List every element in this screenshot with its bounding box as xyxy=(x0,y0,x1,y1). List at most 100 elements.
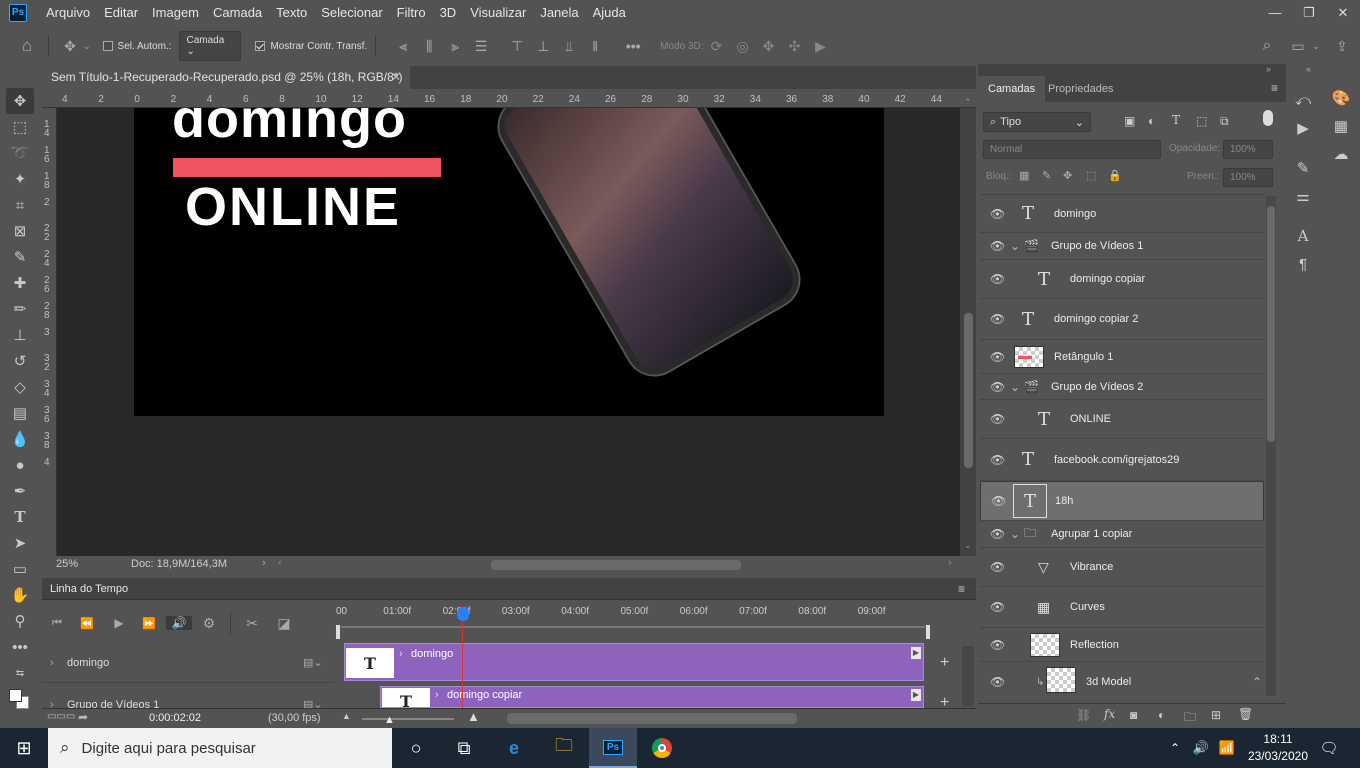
orbit-3d-icon[interactable]: ⟳ xyxy=(704,38,730,55)
menu-ajuda[interactable]: Ajuda xyxy=(586,5,633,20)
swap-colors-icon[interactable]: ⇆ xyxy=(6,660,34,686)
frame-tool-icon[interactable]: ⊠ xyxy=(6,218,34,244)
gradient-tool-icon[interactable]: ▤ xyxy=(6,400,34,426)
visibility-eye-icon[interactable]: 👁 xyxy=(990,527,1005,541)
chevron-down-icon[interactable]: ⌄ xyxy=(1010,239,1020,253)
pen-tool-icon[interactable]: ✒ xyxy=(6,478,34,504)
chevron-up-icon[interactable]: ⌃ xyxy=(1162,728,1188,768)
zoom-level[interactable]: 25% xyxy=(56,558,78,570)
edge-browser-icon[interactable]: e xyxy=(490,728,538,768)
chevron-down-icon[interactable]: ⌄ xyxy=(83,41,91,52)
swatches-panel-icon[interactable]: ▦ xyxy=(1326,112,1356,140)
timeline-ruler[interactable]: 0001:00f02:00f03:00f04:00f05:00f06:00f07… xyxy=(334,602,934,622)
settings-gear-icon[interactable]: ⚙ xyxy=(196,615,222,632)
zoom-out-icon[interactable]: ▲ xyxy=(342,711,351,721)
stamp-tool-icon[interactable]: ⊥ xyxy=(6,322,34,348)
actions-panel-icon[interactable]: ▶ xyxy=(1288,114,1318,142)
playhead-handle[interactable] xyxy=(457,607,469,621)
taskbar-search-box[interactable]: ⌕ Digite aqui para pesquisar xyxy=(48,728,392,768)
chevron-right-icon[interactable]: › xyxy=(435,689,439,701)
zoom-tool-icon[interactable]: ⚲ xyxy=(6,608,34,634)
layer-row-domingo-copiar-2[interactable]: 👁 T domingo copiar 2 xyxy=(980,299,1264,340)
file-explorer-icon[interactable]: 🗀 xyxy=(540,728,588,768)
cortana-icon[interactable]: ○ xyxy=(392,728,440,768)
network-icon[interactable]: 📶 xyxy=(1214,728,1240,768)
menu-visualizar[interactable]: Visualizar xyxy=(463,5,533,20)
magic-wand-tool-icon[interactable]: ✦ xyxy=(6,166,34,192)
layer-row-facebook[interactable]: 👁 T facebook.com/igrejatos29 xyxy=(980,439,1264,481)
visibility-eye-icon[interactable]: 👁 xyxy=(990,239,1005,253)
foreground-color-swatch[interactable] xyxy=(9,689,22,702)
prev-frame-icon[interactable]: ⏪ xyxy=(74,617,100,630)
chevron-right-icon[interactable]: › xyxy=(262,557,266,569)
distribute-icon[interactable]: ☰ xyxy=(468,38,494,55)
eraser-tool-icon[interactable]: ◇ xyxy=(6,374,34,400)
add-mask-icon[interactable]: ◙ xyxy=(1130,708,1137,722)
auto-select-checkbox[interactable] xyxy=(102,41,113,51)
fill-input[interactable]: 100% xyxy=(1223,168,1273,187)
show-transform-checkbox[interactable] xyxy=(255,41,266,51)
move-tool-icon[interactable]: ✥ xyxy=(6,88,34,114)
rectangle-tool-icon[interactable]: ▭ xyxy=(6,556,34,582)
layer-row-domingo-copiar[interactable]: 👁 T domingo copiar xyxy=(980,260,1264,299)
render-video-icon[interactable]: ➦ xyxy=(78,710,88,724)
visibility-eye-icon[interactable]: 👁 xyxy=(990,453,1005,467)
lock-transparent-icon[interactable]: ▦ xyxy=(1019,169,1029,182)
blend-mode-dropdown[interactable]: Normal xyxy=(983,140,1161,159)
track-options-icon[interactable]: ▤⌄ xyxy=(303,656,323,669)
expand-arrow-icon[interactable]: › xyxy=(50,657,54,669)
crop-tool-icon[interactable]: ⌗ xyxy=(6,192,34,218)
pan-3d-icon[interactable]: ✥ xyxy=(756,38,782,55)
photoshop-taskbar-icon[interactable]: Ps xyxy=(589,728,637,768)
chevron-up-icon[interactable]: ⌃ xyxy=(1252,675,1262,689)
task-view-icon[interactable]: ⧉ xyxy=(440,728,488,768)
restore-icon[interactable]: ❐ xyxy=(1292,0,1326,25)
minimize-icon[interactable]: — xyxy=(1258,0,1292,25)
audio-icon[interactable]: 🔊 xyxy=(166,616,192,630)
layer-filter-dropdown[interactable]: ⌕ Tipo ⌄ xyxy=(983,112,1091,132)
more-options-icon[interactable]: ••• xyxy=(620,38,646,54)
split-scissors-icon[interactable]: ✂ xyxy=(239,615,265,632)
visibility-eye-icon[interactable]: 👁 xyxy=(990,350,1005,364)
dodge-tool-icon[interactable]: ● xyxy=(6,452,34,478)
blur-tool-icon[interactable]: 💧 xyxy=(6,426,34,452)
menu-arquivo[interactable]: Arquivo xyxy=(39,5,97,20)
home-icon[interactable]: ⌂ xyxy=(14,36,40,56)
scroll-up-icon[interactable]: ⌃ xyxy=(964,97,972,108)
search-icon[interactable]: ⌕ xyxy=(1254,37,1280,55)
layer-row-video-group-1[interactable]: 👁 ⌄ 🎬 Grupo de Vídeos 1 xyxy=(980,233,1264,260)
collapse-panel-icon[interactable]: « xyxy=(1306,64,1311,74)
clip-domingo[interactable]: T › domingo ▶ xyxy=(344,643,924,681)
color-panel-icon[interactable]: 🎨 xyxy=(1326,84,1356,112)
opacity-input[interactable]: 100% xyxy=(1223,140,1273,159)
chevron-down-icon[interactable]: ⌄ xyxy=(1010,527,1020,541)
zoom-in-icon[interactable]: ▲ xyxy=(467,709,480,724)
visibility-eye-icon[interactable]: 👁 xyxy=(990,638,1005,652)
type-tool-icon[interactable]: T xyxy=(6,504,34,530)
notifications-icon[interactable]: 🗨 xyxy=(1312,728,1346,768)
zoom-slider[interactable] xyxy=(362,718,454,720)
artboard[interactable]: domingo ONLINE xyxy=(134,108,884,416)
tab-propriedades[interactable]: Propriedades xyxy=(1038,76,1123,102)
new-layer-icon[interactable]: ⊞ xyxy=(1211,708,1221,722)
history-brush-tool-icon[interactable]: ↺ xyxy=(6,348,34,374)
work-area-start-handle[interactable] xyxy=(335,624,341,640)
layer-row-18h-selected[interactable]: 👁 T 18h xyxy=(980,481,1264,521)
next-frame-icon[interactable]: ⏩ xyxy=(136,617,162,630)
share-icon[interactable]: ⇪ xyxy=(1329,38,1355,55)
visibility-eye-icon[interactable]: 👁 xyxy=(990,272,1005,286)
layer-row-curves[interactable]: 👁 ▦ Curves xyxy=(980,587,1264,628)
close-icon[interactable]: ✕ xyxy=(1326,0,1360,25)
filter-shape-icon[interactable]: ⬚ xyxy=(1196,114,1207,128)
lock-artboard-icon[interactable]: ⬚ xyxy=(1086,169,1096,182)
chevron-down-icon[interactable]: ⌄ xyxy=(1312,41,1320,52)
healing-brush-tool-icon[interactable]: ✚ xyxy=(6,270,34,296)
workspace-icon[interactable]: ▭ xyxy=(1285,38,1311,55)
visibility-eye-icon[interactable]: 👁 xyxy=(990,412,1005,426)
layer-row-3d-model[interactable]: 👁 ↳ 3d Model ⌃ xyxy=(980,662,1264,702)
distribute-vertical-icon[interactable]: ‖ xyxy=(582,38,608,54)
move-tool-icon[interactable]: ✥ xyxy=(57,38,83,55)
vertical-scroll-thumb[interactable] xyxy=(964,313,973,468)
clip-end-icon[interactable]: ▶ xyxy=(911,647,921,659)
layers-scroll-thumb[interactable] xyxy=(1267,206,1275,442)
